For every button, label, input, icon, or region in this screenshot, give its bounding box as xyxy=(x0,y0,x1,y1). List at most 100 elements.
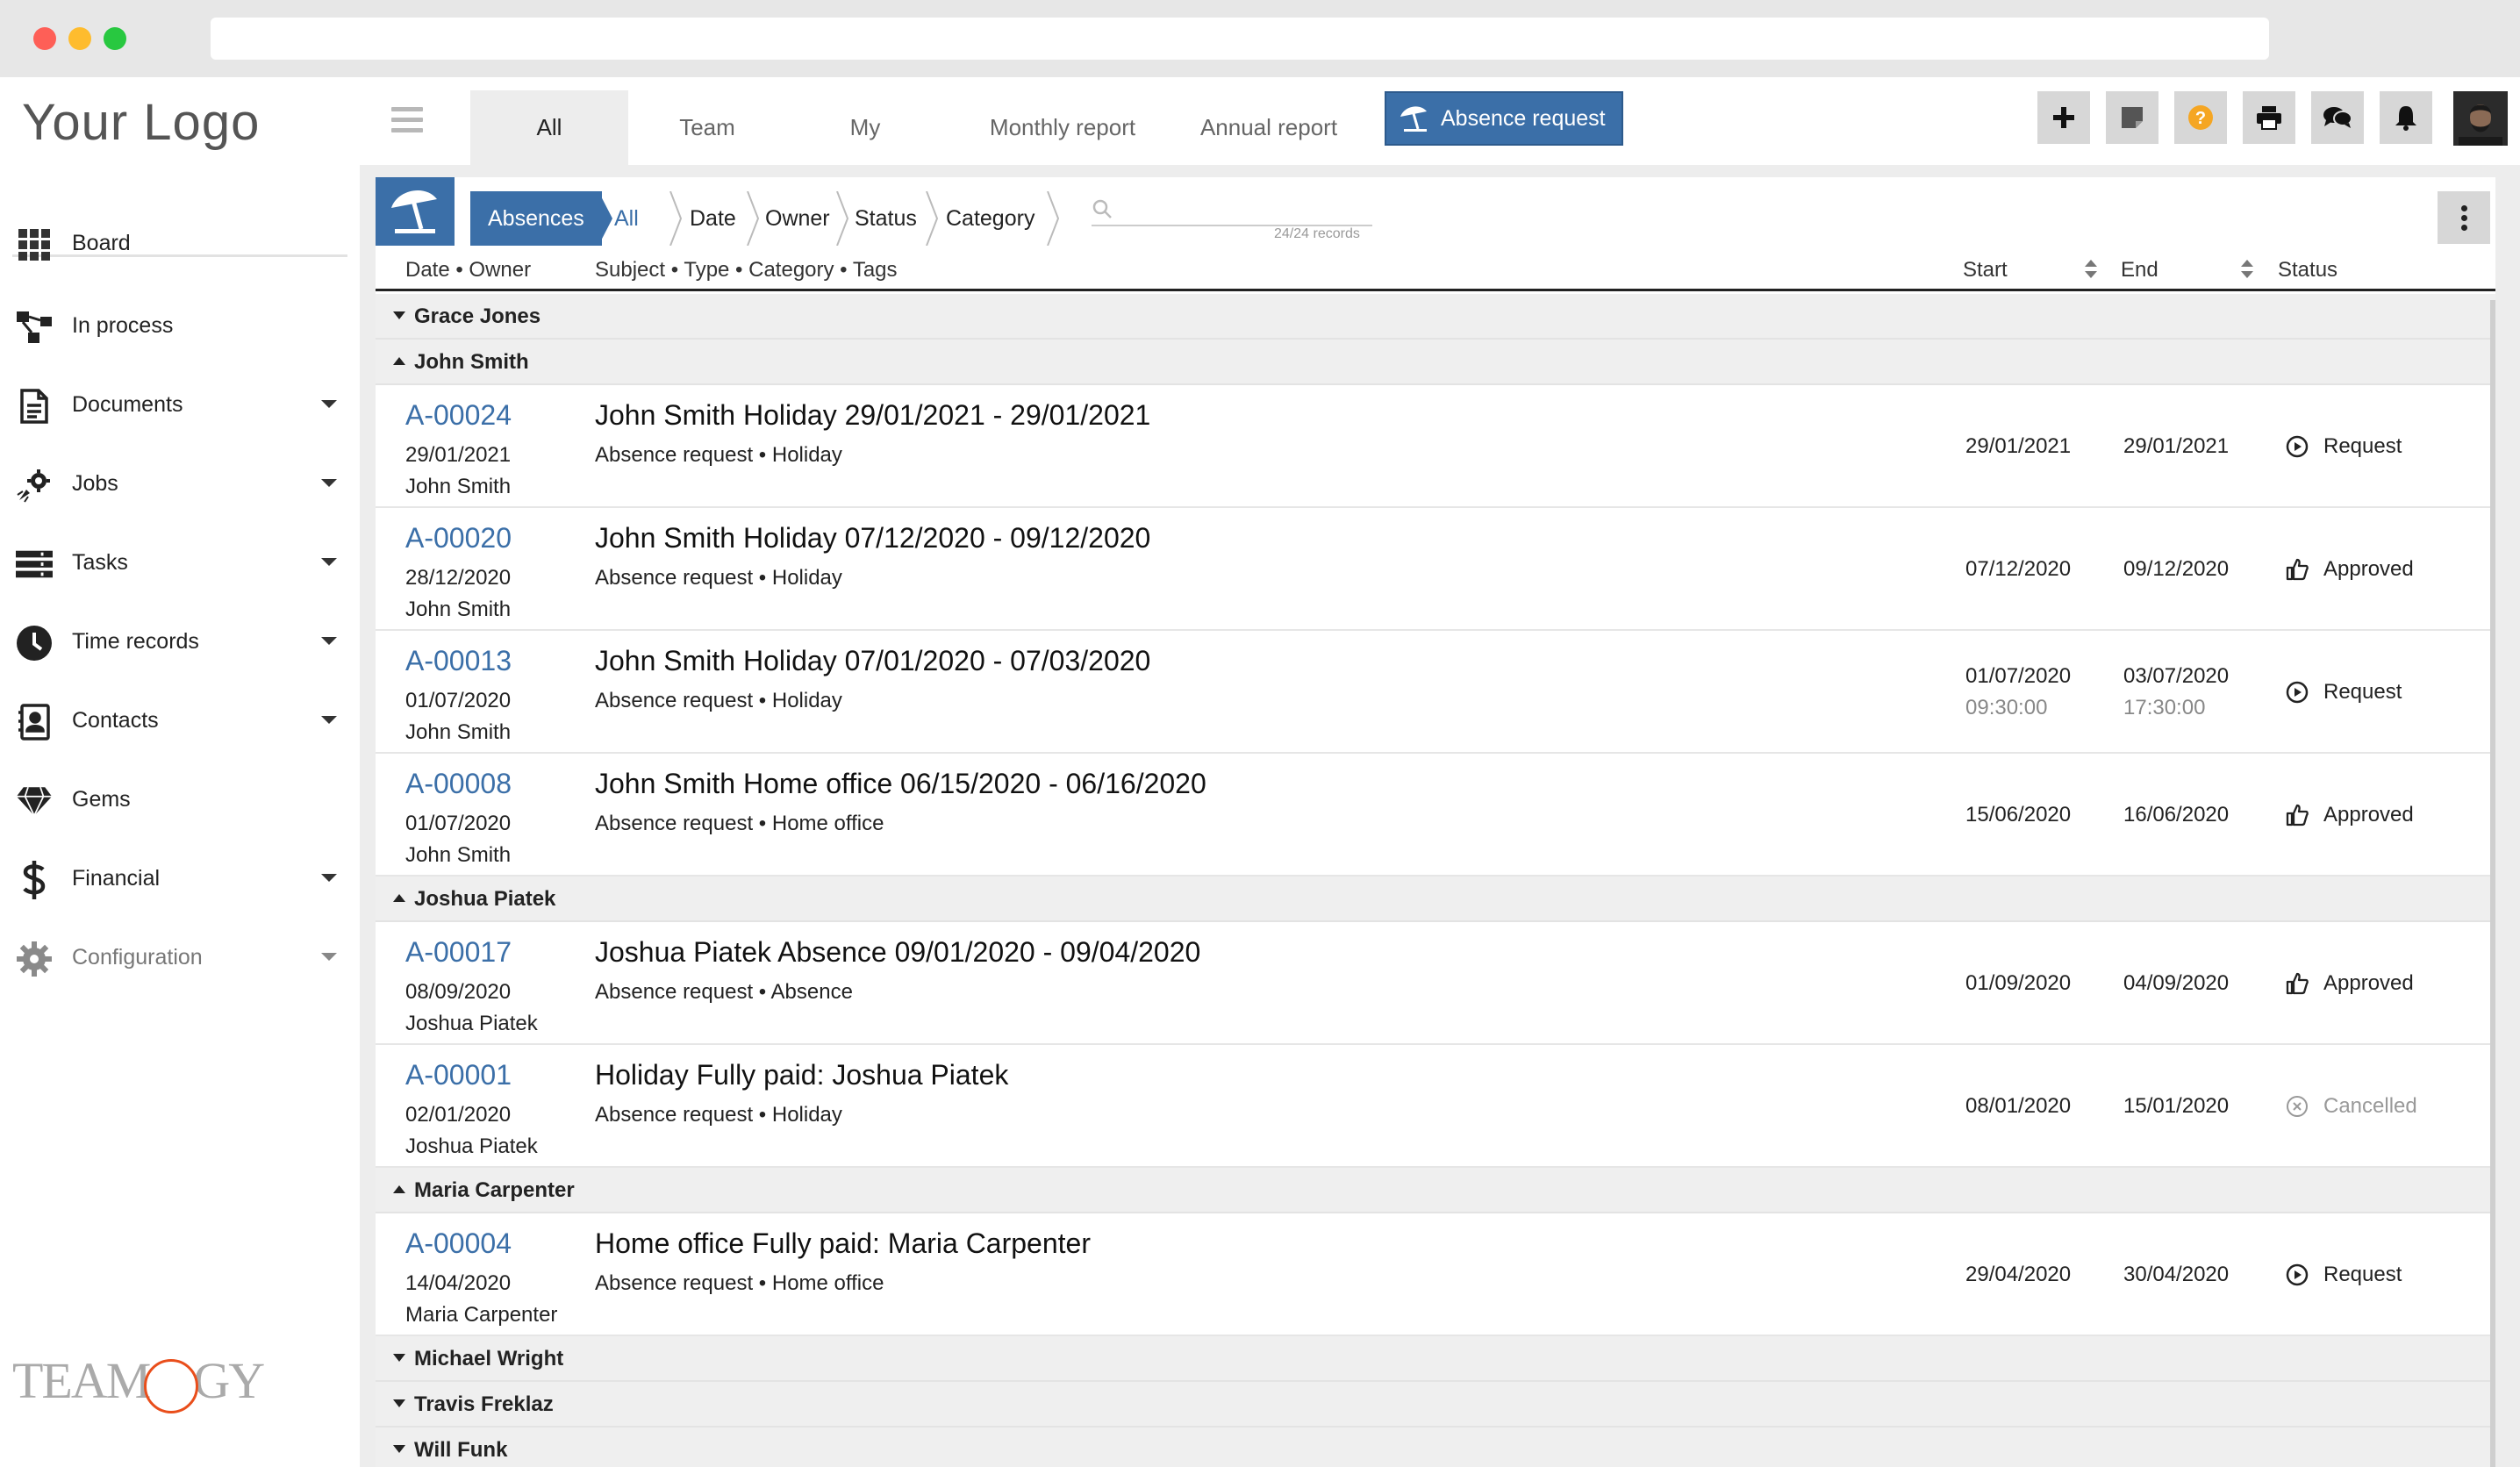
table-row[interactable]: A-00001 02/01/2020 Joshua Piatek Holiday… xyxy=(376,1045,2495,1168)
column-end[interactable]: End xyxy=(2121,258,2158,283)
print-button[interactable] xyxy=(2243,91,2295,144)
sidebar-item-tasks[interactable]: Tasks xyxy=(0,535,360,588)
record-code-link[interactable]: A-00004 xyxy=(405,1227,512,1260)
menu-toggle-icon[interactable] xyxy=(391,107,423,133)
table-row[interactable]: A-00013 01/07/2020 John Smith John Smith… xyxy=(376,631,2495,754)
group-header[interactable]: Maria Carpenter xyxy=(376,1168,2495,1213)
group-header[interactable]: John Smith xyxy=(376,340,2495,385)
filter-date[interactable]: Date xyxy=(690,191,736,246)
notifications-button[interactable] xyxy=(2380,91,2432,144)
breadcrumb-chevron-icon xyxy=(1047,191,1060,246)
sidebar-item-financial[interactable]: Financial xyxy=(0,851,360,904)
sidebar-item-gems[interactable]: Gems xyxy=(0,772,360,825)
record-code-link[interactable]: A-00001 xyxy=(405,1059,512,1091)
record-subject[interactable]: John Smith Holiday 07/01/2020 - 07/03/20… xyxy=(595,645,1150,677)
record-start: 07/12/2020 xyxy=(1965,557,2072,581)
sidebar-item-contacts[interactable]: Contacts xyxy=(0,693,360,746)
sort-icon[interactable] xyxy=(2085,260,2097,279)
record-subject[interactable]: John Smith Holiday 29/01/2021 - 29/01/20… xyxy=(595,399,1150,432)
record-subject[interactable]: John Smith Holiday 07/12/2020 - 09/12/20… xyxy=(595,522,1150,555)
sort-icon[interactable] xyxy=(2241,260,2253,279)
filter-owner[interactable]: Owner xyxy=(765,191,830,246)
sidebar-item-board[interactable]: Board xyxy=(0,216,360,268)
column-status[interactable]: Status xyxy=(2278,258,2337,283)
sidebar-item-documents[interactable]: Documents xyxy=(0,377,360,430)
tab-all[interactable]: All xyxy=(470,90,628,165)
address-bar[interactable] xyxy=(211,18,2269,60)
tab-annual-report[interactable]: Annual report xyxy=(1172,90,1365,165)
avatar[interactable] xyxy=(2453,91,2508,146)
table-row[interactable]: A-00024 29/01/2021 John Smith John Smith… xyxy=(376,385,2495,508)
record-start-time: 09:30:00 xyxy=(1965,696,2048,719)
sidebar-item-configuration[interactable]: Configuration xyxy=(0,930,360,983)
sidebar-item-label: Jobs xyxy=(72,471,118,496)
record-subject[interactable]: John Smith Home office 06/15/2020 - 06/1… xyxy=(595,768,1206,800)
record-subject[interactable]: Holiday Fully paid: Joshua Piatek xyxy=(595,1059,1008,1091)
status-badge: Request xyxy=(2323,680,2402,704)
filter-view-all[interactable]: All xyxy=(614,191,639,246)
filter-status[interactable]: Status xyxy=(855,191,917,246)
table-row[interactable]: A-00017 08/09/2020 Joshua Piatek Joshua … xyxy=(376,922,2495,1045)
column-start[interactable]: Start xyxy=(1963,258,2008,283)
record-meta: Absence request • Holiday xyxy=(595,1103,842,1127)
window-maximize-button[interactable] xyxy=(104,27,126,50)
filter-module[interactable]: Absences xyxy=(470,191,602,246)
gem-icon xyxy=(16,783,53,819)
tab-monthly-report[interactable]: Monthly report xyxy=(953,90,1172,165)
caret-up-icon xyxy=(393,357,405,365)
notes-button[interactable] xyxy=(2106,91,2158,144)
chevron-down-icon xyxy=(321,716,337,724)
sidebar-item-time-records[interactable]: Time records xyxy=(0,614,360,667)
search-icon[interactable] xyxy=(1092,198,1113,219)
record-start: 08/01/2020 xyxy=(1965,1094,2072,1118)
play-circle-icon xyxy=(2286,435,2309,458)
group-header[interactable]: Michael Wright xyxy=(376,1336,2495,1382)
column-date-owner[interactable]: Date • Owner xyxy=(405,258,531,283)
group-header[interactable]: Joshua Piatek xyxy=(376,877,2495,922)
more-options-button[interactable] xyxy=(2438,191,2490,244)
breadcrumb-chevron-icon xyxy=(747,191,760,246)
record-code-link[interactable]: A-00017 xyxy=(405,936,512,969)
sidebar-item-jobs[interactable]: Jobs xyxy=(0,456,360,509)
tab-team[interactable]: Team xyxy=(628,90,786,165)
table-row[interactable]: A-00008 01/07/2020 John Smith John Smith… xyxy=(376,754,2495,877)
sidebar: Your Logo Board In process Documents Job… xyxy=(0,77,360,1467)
group-header[interactable]: Grace Jones xyxy=(376,294,2495,340)
record-code-link[interactable]: A-00008 xyxy=(405,768,512,800)
module-absences-button[interactable] xyxy=(376,177,455,246)
record-code-link[interactable]: A-00013 xyxy=(405,645,512,677)
main-panel: Absences All Date Owner Status Category … xyxy=(376,177,2495,1467)
record-date: 01/07/2020 xyxy=(405,812,512,835)
absence-request-button[interactable]: Absence request xyxy=(1385,91,1623,146)
record-start: 29/04/2020 xyxy=(1965,1263,2072,1286)
table-row[interactable]: A-00004 14/04/2020 Maria Carpenter Home … xyxy=(376,1213,2495,1336)
list-scrollbar[interactable] xyxy=(2490,300,2495,1467)
chat-icon xyxy=(2323,107,2352,128)
filter-category[interactable]: Category xyxy=(946,191,1034,246)
help-button[interactable]: ? xyxy=(2174,91,2227,144)
sidebar-item-in-process[interactable]: In process xyxy=(0,298,360,351)
record-code-link[interactable]: A-00024 xyxy=(405,399,512,432)
print-icon xyxy=(2257,106,2281,130)
record-subject[interactable]: Joshua Piatek Absence 09/01/2020 - 09/04… xyxy=(595,936,1200,969)
table-row[interactable]: A-00020 28/12/2020 John Smith John Smith… xyxy=(376,508,2495,631)
window-close-button[interactable] xyxy=(33,27,56,50)
window-minimize-button[interactable] xyxy=(68,27,91,50)
chat-button[interactable] xyxy=(2311,91,2364,144)
column-subject[interactable]: Subject • Type • Category • Tags xyxy=(595,258,898,283)
chevron-down-icon xyxy=(321,874,337,882)
thumbs-up-icon xyxy=(2286,804,2309,827)
add-button[interactable] xyxy=(2037,91,2090,144)
record-owner: John Smith xyxy=(405,720,512,744)
chevron-down-icon xyxy=(321,400,337,408)
record-subject[interactable]: Home office Fully paid: Maria Carpenter xyxy=(595,1227,1091,1260)
brand-logo: TEAM GY xyxy=(12,1351,265,1413)
record-end: 30/04/2020 xyxy=(2123,1263,2230,1286)
tab-my[interactable]: My xyxy=(786,90,944,165)
group-header[interactable]: Travis Freklaz xyxy=(376,1382,2495,1428)
breadcrumb-chevron-icon xyxy=(669,191,683,246)
group-header[interactable]: Will Funk xyxy=(376,1428,2495,1467)
record-code-link[interactable]: A-00020 xyxy=(405,522,512,555)
svg-text:?: ? xyxy=(2195,109,2206,128)
clock-icon xyxy=(16,625,53,662)
